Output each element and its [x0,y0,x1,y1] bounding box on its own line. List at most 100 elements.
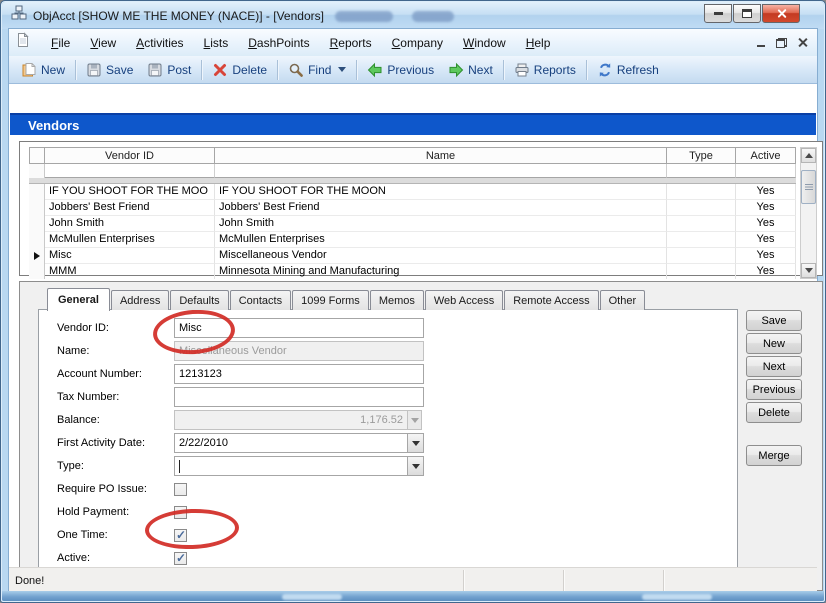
mdi-restore-icon[interactable] [776,38,787,48]
tab-other[interactable]: Other [600,290,646,310]
document-icon [15,32,31,53]
tab-address[interactable]: Address [111,290,169,310]
menu-file[interactable]: File [41,32,80,54]
menu-activities[interactable]: Activities [126,32,193,54]
new-button[interactable]: New [746,333,802,354]
maximize-button[interactable] [733,4,761,23]
tab-web-access[interactable]: Web Access [425,290,503,310]
redaction-smudge [642,594,712,600]
tab-general[interactable]: General [47,288,110,311]
redaction-smudge [335,11,393,22]
type-dropdown-button[interactable] [407,456,424,476]
toolbar-separator [503,60,504,80]
detail-tabs: General Address Defaults Contacts 1099 F… [47,287,646,310]
toolbar-save-button[interactable]: Save [79,60,140,80]
toolbar-separator [356,60,357,80]
previous-button[interactable]: Previous [746,379,802,400]
toolbar-delete-button[interactable]: Delete [205,60,274,80]
vendor-detail-panel: General Address Defaults Contacts 1099 F… [19,281,823,591]
tab-defaults[interactable]: Defaults [170,290,228,310]
section-title: Vendors [28,118,79,133]
menu-reports[interactable]: Reports [320,32,382,54]
redaction-smudge [282,594,342,600]
menubar: File View Activities Lists DashPoints Re… [9,29,817,56]
table-row-selected[interactable]: Misc Miscellaneous Vendor Yes [29,248,796,264]
toolbar-new-button[interactable]: New [14,60,72,80]
first-activity-date-field[interactable] [174,433,407,453]
vendor-grid: Vendor ID Name Type Active IF YOU SHOOT … [29,147,817,279]
client-area: File View Activities Lists DashPoints Re… [9,29,817,591]
window-title: ObjAcct [SHOW ME THE MONEY (NACE)] - [Ve… [33,9,324,23]
titlebar: ObjAcct [SHOW ME THE MONEY (NACE)] - [Ve… [2,2,824,29]
menu-company[interactable]: Company [382,32,453,54]
table-row[interactable]: MMM Minnesota Mining and Manufacturing Y… [29,264,796,279]
toolbar-separator [201,60,202,80]
require-po-issue-checkbox[interactable] [174,483,187,496]
tab-1099-forms[interactable]: 1099 Forms [292,290,369,310]
scroll-down-button[interactable] [801,263,816,278]
column-header-type[interactable]: Type [667,147,736,164]
minimize-icon [714,12,723,15]
balance-dropdown-button [407,410,422,430]
menu-dashpoints[interactable]: DashPoints [238,32,319,54]
tab-remote-access[interactable]: Remote Access [504,290,598,310]
table-row[interactable]: IF YOU SHOOT FOR THE MOO IF YOU SHOOT FO… [29,184,796,200]
column-header-vendor-id[interactable]: Vendor ID [45,147,215,164]
find-dropdown-icon[interactable] [338,67,346,72]
column-header-active[interactable]: Active [736,147,796,164]
table-row[interactable]: Jobbers' Best Friend Jobbers' Best Frien… [29,200,796,216]
grid-header-row: Vendor ID Name Type Active [29,147,796,164]
toolbar-separator [75,60,76,80]
toolbar-post-button[interactable]: Post [140,60,198,80]
close-button[interactable] [762,4,800,23]
toolbar-refresh-button[interactable]: Refresh [590,60,666,80]
delete-button[interactable]: Delete [746,402,802,423]
scrollbar-thumb[interactable] [801,170,816,204]
tab-contacts[interactable]: Contacts [230,290,291,310]
toolbar-next-button[interactable]: Next [441,60,500,80]
text-caret [179,460,180,473]
active-checkbox[interactable] [174,552,187,565]
date-dropdown-button[interactable] [407,433,424,453]
toolbar: New Save Post De [9,56,817,84]
scroll-up-button[interactable] [801,148,816,163]
menu-lists[interactable]: Lists [194,32,239,54]
toolbar-separator [277,60,278,80]
delete-x-icon [212,62,228,78]
statusbar-separator [463,570,464,591]
general-tab-page: Vendor ID: Name: Account Number: Tax Num… [38,309,738,585]
type-field[interactable] [174,456,407,476]
minimize-button[interactable] [704,4,732,23]
side-button-column: Save New Next Previous Delete Merge [746,310,804,468]
table-row[interactable]: John Smith John Smith Yes [29,216,796,232]
toolbar-previous-button[interactable]: Previous [360,60,441,80]
statusbar-separator [663,570,664,591]
tax-number-field[interactable] [174,387,424,407]
menu-help[interactable]: Help [516,32,561,54]
tab-memos[interactable]: Memos [370,290,424,310]
column-header-name[interactable]: Name [215,147,667,164]
mdi-close-icon[interactable] [798,38,807,47]
save-button[interactable]: Save [746,310,802,331]
grid-filter-row[interactable] [29,164,796,178]
account-number-field[interactable] [174,364,424,384]
table-row[interactable]: McMullen Enterprises McMullen Enterprise… [29,232,796,248]
toolbar-find-button[interactable]: Find [281,60,353,80]
menu-window[interactable]: Window [453,32,516,54]
type-label: Type: [57,460,174,472]
menu-view[interactable]: View [80,32,126,54]
grid-vertical-scrollbar[interactable] [800,147,817,279]
previous-arrow-icon [367,62,383,78]
name-label: Name: [57,345,174,357]
require-po-issue-label: Require PO Issue: [57,483,174,495]
window-bottom-border [2,591,824,601]
toolbar-reports-button[interactable]: Reports [507,60,583,80]
mdi-minimize-icon[interactable] [757,45,765,47]
merge-button[interactable]: Merge [746,445,802,466]
next-button[interactable]: Next [746,356,802,377]
chevron-down-icon [412,464,420,469]
scroll-down-icon [805,268,813,273]
refresh-icon [597,62,613,78]
redaction-smudge [412,11,454,22]
maximize-icon [742,9,752,18]
